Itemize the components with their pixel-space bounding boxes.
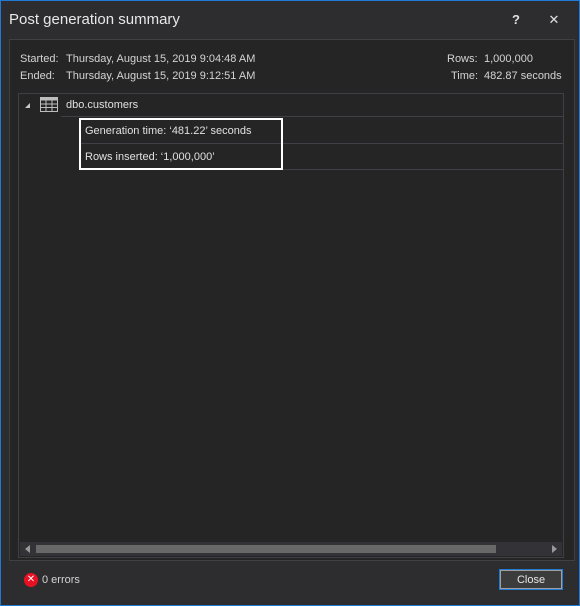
summary-panel: Started: Thursday, August 15, 2019 9:04:… [9, 39, 575, 561]
started-value: Thursday, August 15, 2019 9:04:48 AM [66, 53, 256, 65]
ended-value: Thursday, August 15, 2019 9:12:51 AM [66, 70, 256, 82]
ended-label: Ended: [20, 70, 55, 82]
scroll-left-icon[interactable] [25, 545, 30, 553]
collapse-arrow-icon[interactable] [25, 103, 30, 108]
horizontal-scrollbar[interactable] [20, 542, 562, 556]
table-icon [40, 97, 58, 112]
close-button[interactable]: Close [499, 569, 563, 590]
error-icon: ✕ [24, 573, 38, 587]
node-divider [61, 116, 563, 117]
rows-label: Rows: [447, 53, 478, 65]
scroll-right-icon[interactable] [552, 545, 557, 553]
time-value: 482.87 seconds [484, 70, 562, 82]
highlight-box [79, 118, 283, 170]
results-tree[interactable]: dbo.customers Generation time: ‘481.22’ … [18, 93, 564, 558]
time-label: Time: [451, 70, 479, 82]
window-title: Post generation summary [9, 11, 180, 28]
dialog-window: Post generation summary ? ✕ Started: Thu… [0, 0, 580, 606]
window-close-button[interactable]: ✕ [542, 10, 566, 30]
title-bar: Post generation summary ? ✕ [1, 1, 579, 39]
tree-node-label[interactable]: dbo.customers [66, 99, 138, 111]
rows-value: 1,000,000 [484, 53, 533, 65]
started-label: Started: [20, 53, 59, 65]
scrollbar-thumb[interactable] [36, 545, 496, 553]
help-button[interactable]: ? [504, 10, 528, 30]
error-count: 0 errors [42, 574, 80, 586]
